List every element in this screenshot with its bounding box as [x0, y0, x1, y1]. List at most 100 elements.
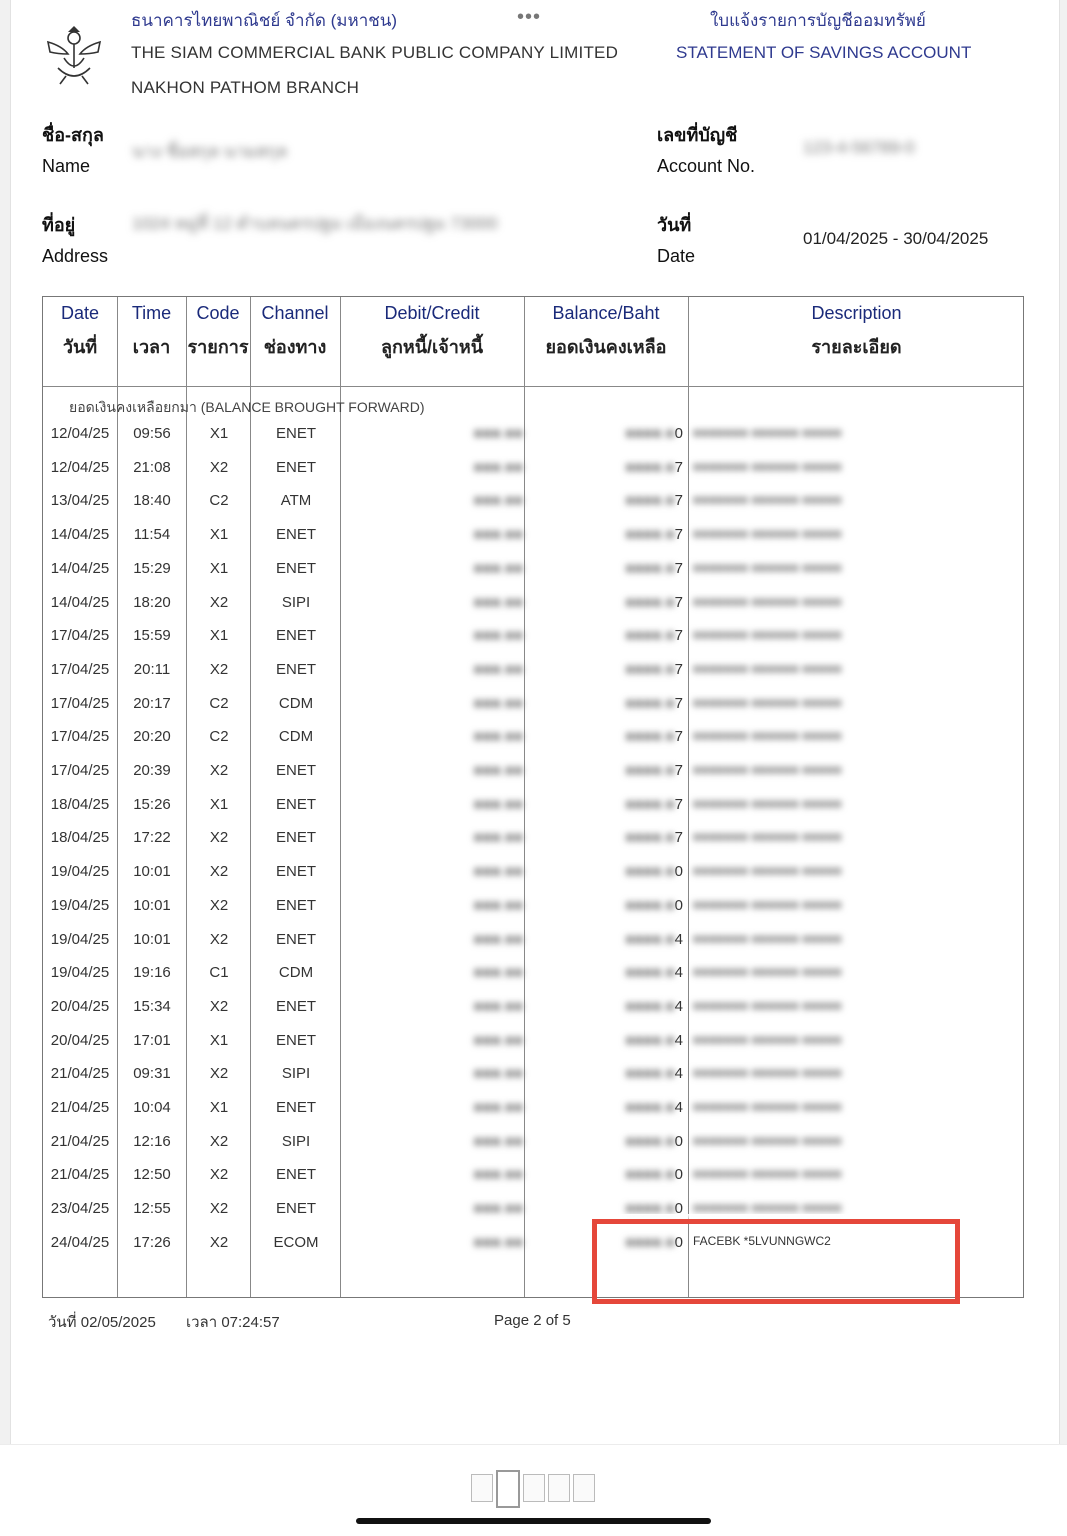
- row-channel: ECOM: [273, 1233, 319, 1251]
- row-code: X2: [209, 997, 229, 1015]
- doc-title-thai: ใบแจ้งรายการบัญชีออมทรัพย์: [710, 11, 926, 30]
- row-time: 17:26: [133, 1233, 171, 1251]
- row-time: 15:59: [133, 627, 171, 645]
- row-channel: CDM: [278, 964, 314, 982]
- row-time: 12:55: [133, 1200, 171, 1218]
- address-label: Address: [42, 246, 109, 266]
- table-row: 21/04/25 12:16 X2 SIPI ■■■.■■ ■■■■.■0 ■■■■■■■ …: [43, 1133, 1025, 1166]
- row-amount-redacted: ■■■.■■: [473, 694, 523, 712]
- col-header-date: Date วันที่: [60, 303, 100, 357]
- row-code: X2: [209, 458, 229, 476]
- row-description: ■■■■■■■ ■■■■■■ ■■■■■: [693, 1166, 842, 1182]
- row-code: X2: [209, 829, 229, 847]
- row-amount-redacted: ■■■.■■: [473, 559, 523, 577]
- col-header-time: Time เวลา: [131, 303, 172, 357]
- row-code: X2: [209, 1233, 229, 1251]
- row-code: X1: [209, 526, 229, 544]
- table-row: 14/04/25 18:20 X2 SIPI ■■■.■■ ■■■■.■7 ■■■■■■■ …: [43, 594, 1025, 627]
- row-amount-redacted: ■■■.■■: [473, 829, 523, 847]
- table-row: 18/04/25 15:26 X1 ENET ■■■.■■ ■■■■.■7 ■■■■■■■ …: [43, 796, 1025, 829]
- row-channel: ENET: [275, 863, 316, 881]
- print-time: เวลา 07:24:57: [186, 1314, 280, 1331]
- row-code: C1: [209, 964, 229, 982]
- viewer-margin-right: [1059, 0, 1067, 1444]
- row-date: 21/04/25: [50, 1132, 110, 1150]
- row-channel: ENET: [275, 762, 316, 779]
- page-thumbnail-5[interactable]: [573, 1474, 595, 1502]
- row-amount-redacted: ■■■.■■: [473, 863, 523, 881]
- page-thumbnail-3[interactable]: [523, 1474, 545, 1502]
- page-indicator: Page 2 of 5: [494, 1312, 571, 1329]
- table-row: 21/04/25 10:04 X1 ENET ■■■.■■ ■■■■.■4 ■■■■■■■ …: [43, 1099, 1025, 1132]
- row-time: 21:08: [133, 458, 171, 476]
- row-time: 10:01: [133, 863, 171, 881]
- row-date: 14/04/25: [50, 559, 110, 577]
- row-date: 19/04/25: [50, 964, 110, 982]
- row-code: X2: [209, 762, 229, 779]
- row-description: ■■■■■■■ ■■■■■■ ■■■■■: [693, 1200, 842, 1216]
- row-balance: ■■■■.■7: [625, 795, 683, 813]
- row-date: 14/04/25: [50, 593, 110, 611]
- table-row: 20/04/25 17:01 X1 ENET ■■■.■■ ■■■■.■4 ■■■■■■■ …: [43, 1032, 1025, 1065]
- row-amount-redacted: ■■■.■■: [473, 964, 523, 982]
- table-row: 14/04/25 11:54 X1 ENET ■■■.■■ ■■■■.■7 ■■■■■■■ …: [43, 526, 1025, 559]
- home-indicator[interactable]: [356, 1518, 711, 1524]
- row-time: 12:16: [133, 1132, 171, 1150]
- table-row: 17/04/25 20:17 C2 CDM ■■■.■■ ■■■■.■7 ■■■■■■■ ■…: [43, 695, 1025, 728]
- row-date: 17/04/25: [50, 762, 110, 779]
- account-label-thai: เลขที่บัญชี: [657, 125, 738, 145]
- row-channel: ENET: [275, 627, 316, 645]
- page-thumbnail-1[interactable]: [471, 1474, 493, 1502]
- row-description: ■■■■■■■ ■■■■■■ ■■■■■: [693, 795, 842, 811]
- row-balance: ■■■■.■7: [625, 694, 683, 712]
- row-date: 23/04/25: [50, 1200, 110, 1218]
- name-label-thai: ชื่อ-สกุล: [42, 125, 104, 145]
- row-amount-redacted: ■■■.■■: [473, 1200, 523, 1218]
- row-date: 19/04/25: [50, 896, 110, 914]
- row-date: 18/04/25: [50, 795, 110, 813]
- row-channel: ENET: [275, 559, 316, 577]
- row-amount-redacted: ■■■.■■: [473, 526, 523, 544]
- row-balance: ■■■■.■7: [625, 762, 683, 779]
- transactions-table: Date วันที่ Time เวลา Code รายการ Channel ช่…: [42, 296, 1024, 1298]
- row-channel: ATM: [280, 492, 312, 510]
- name-label: Name: [42, 156, 91, 176]
- row-amount-redacted: ■■■.■■: [473, 593, 523, 611]
- row-time: 18:20: [133, 593, 171, 611]
- table-row: 20/04/25 15:34 X2 ENET ■■■.■■ ■■■■.■4 ■■■■■■■ …: [43, 998, 1025, 1031]
- row-description: ■■■■■■■ ■■■■■■ ■■■■■: [693, 964, 842, 980]
- row-date: 19/04/25: [50, 863, 110, 881]
- row-amount-redacted: ■■■.■■: [473, 762, 523, 779]
- table-row: 19/04/25 10:01 X2 ENET ■■■.■■ ■■■■.■4 ■■■■■■■ …: [43, 931, 1025, 964]
- row-balance: ■■■■.■0: [625, 863, 683, 881]
- page-thumbnail-2[interactable]: [496, 1470, 520, 1508]
- row-time: 20:39: [133, 762, 171, 779]
- row-description: ■■■■■■■ ■■■■■■ ■■■■■: [693, 762, 842, 777]
- row-time: 20:11: [133, 660, 171, 678]
- row-date: 20/04/25: [50, 1031, 110, 1049]
- row-description: ■■■■■■■ ■■■■■■ ■■■■■: [693, 627, 842, 643]
- bank-emblem-logo: [46, 26, 102, 85]
- row-channel: ENET: [275, 997, 316, 1015]
- row-code: X2: [209, 930, 229, 948]
- row-balance: ■■■■.■4: [625, 997, 683, 1015]
- more-options-dots[interactable]: •••: [517, 6, 541, 29]
- row-channel: CDM: [278, 694, 314, 712]
- row-code: X2: [209, 896, 229, 914]
- row-code: X1: [209, 425, 229, 442]
- row-time: 12:50: [133, 1166, 171, 1184]
- row-date: 21/04/25: [50, 1099, 110, 1116]
- row-code: X1: [209, 795, 229, 813]
- row-date: 21/04/25: [50, 1065, 110, 1083]
- row-amount-redacted: ■■■.■■: [473, 1166, 523, 1184]
- row-amount-redacted: ■■■.■■: [473, 627, 523, 645]
- table-row: 18/04/25 17:22 X2 ENET ■■■.■■ ■■■■.■7 ■■■■■■■ …: [43, 829, 1025, 862]
- row-channel: SIPI: [281, 1065, 311, 1083]
- row-date: 21/04/25: [50, 1166, 110, 1184]
- row-channel: ENET: [275, 1099, 316, 1116]
- row-amount-redacted: ■■■.■■: [473, 660, 523, 678]
- print-date: วันที่ 02/05/2025: [48, 1314, 156, 1331]
- row-date: 20/04/25: [50, 997, 110, 1015]
- page-thumbnail-4[interactable]: [548, 1474, 570, 1502]
- row-code: X2: [209, 863, 229, 881]
